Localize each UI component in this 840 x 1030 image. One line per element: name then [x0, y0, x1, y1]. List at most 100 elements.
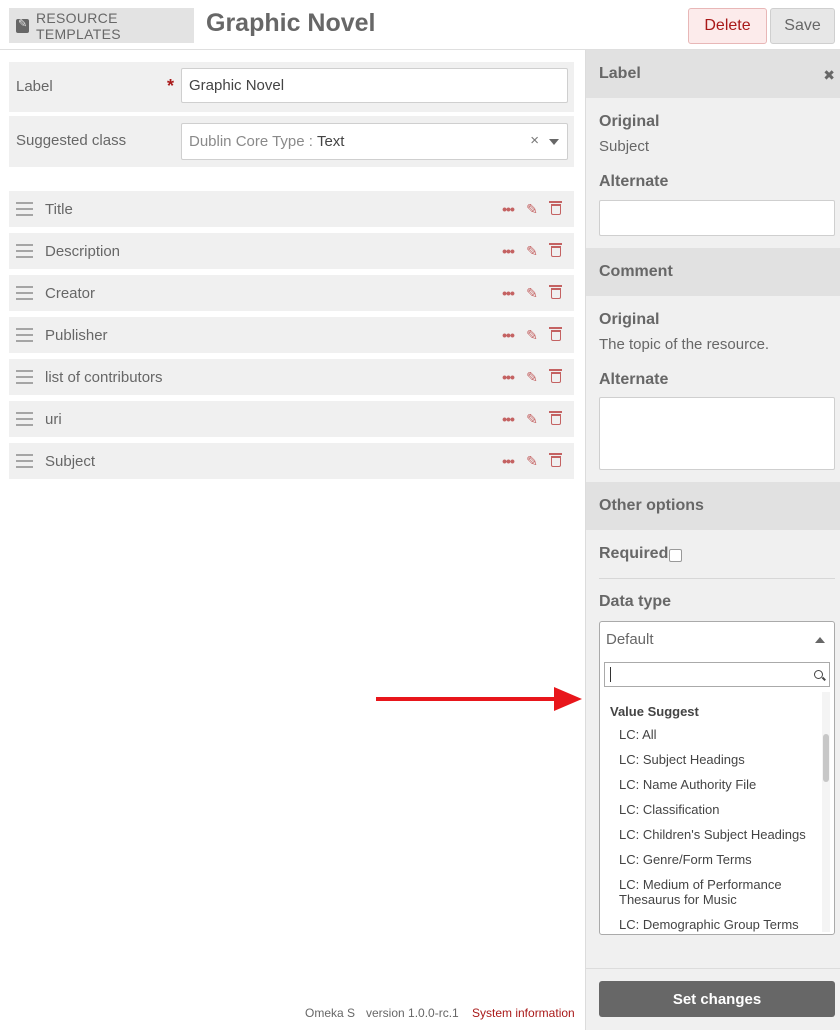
suggested-class-row: Suggested class Dublin Core Type : Text … [9, 116, 574, 167]
data-type-option[interactable]: LC: Classification [619, 802, 814, 817]
more-options-icon[interactable]: ••• [496, 451, 520, 471]
section-breadcrumb[interactable]: RESOURCE TEMPLATES [9, 8, 194, 43]
property-row[interactable]: Creator ••• ✎ [9, 275, 574, 311]
search-icon [814, 670, 823, 679]
label-input[interactable]: Graphic Novel [181, 68, 568, 103]
page-header: RESOURCE TEMPLATES Graphic Novel Delete … [0, 0, 840, 50]
drag-handle-icon[interactable] [16, 286, 33, 300]
data-type-option[interactable]: LC: Medium of Performance Thesaurus for … [619, 877, 814, 907]
edit-pencil-icon[interactable]: ✎ [520, 409, 544, 429]
more-options-icon[interactable]: ••• [496, 241, 520, 261]
required-checkbox[interactable] [669, 549, 682, 562]
property-label: Creator [45, 284, 96, 302]
suggested-class-label: Suggested class [16, 132, 127, 149]
comment-section-heading: Comment [586, 248, 840, 296]
edit-pencil-icon[interactable]: ✎ [520, 325, 544, 345]
more-options-icon[interactable]: ••• [496, 409, 520, 429]
edit-pencil-icon[interactable]: ✎ [520, 241, 544, 261]
suggested-class-vocab: Dublin Core Type : [189, 133, 313, 150]
drag-handle-icon[interactable] [16, 454, 33, 468]
label-field-row: Label * Graphic Novel [9, 62, 574, 112]
alternate-comment-textarea[interactable] [599, 397, 835, 470]
scrollbar-thumb[interactable] [823, 734, 829, 782]
data-type-option[interactable]: LC: Demographic Group Terms [619, 917, 814, 932]
page-title: Graphic Novel [206, 9, 376, 37]
annotation-arrow [376, 687, 582, 711]
label-original-value: Subject [599, 138, 650, 155]
property-sidebar: Label ✖ Original Subject Alternate Comme… [585, 50, 840, 1030]
edit-pencil-icon[interactable]: ✎ [520, 283, 544, 303]
dropdown-scrollbar[interactable] [822, 692, 830, 932]
save-button[interactable]: Save [770, 8, 835, 44]
other-options-heading: Other options [586, 482, 840, 530]
property-label: list of contributors [45, 368, 163, 386]
edit-template-icon [16, 17, 29, 33]
data-type-option[interactable]: LC: Genre/Form Terms [619, 852, 814, 867]
delete-trash-icon[interactable] [544, 325, 568, 345]
drag-handle-icon[interactable] [16, 328, 33, 342]
row-actions: ••• ✎ [496, 409, 568, 429]
property-row[interactable]: Subject ••• ✎ [9, 443, 574, 479]
clear-icon[interactable]: × [530, 132, 539, 149]
more-options-icon[interactable]: ••• [496, 199, 520, 219]
system-information-link[interactable]: System information [472, 1006, 575, 1020]
data-type-search-input[interactable] [604, 662, 830, 687]
edit-pencil-icon[interactable]: ✎ [520, 451, 544, 471]
data-type-option[interactable]: LC: Name Authority File [619, 777, 814, 792]
delete-trash-icon[interactable] [544, 241, 568, 261]
footer-version: version 1.0.0-rc.1 [366, 1006, 459, 1020]
edit-pencil-icon[interactable]: ✎ [520, 199, 544, 219]
property-row[interactable]: Title ••• ✎ [9, 191, 574, 227]
label-section-heading: Label ✖ [586, 50, 840, 98]
delete-button[interactable]: Delete [688, 8, 767, 44]
comment-original-heading: Original [599, 311, 660, 328]
close-icon[interactable]: ✖ [823, 67, 835, 84]
property-label: Subject [45, 452, 96, 470]
drag-handle-icon[interactable] [16, 244, 33, 258]
label-heading-text: Label [599, 65, 641, 82]
property-row[interactable]: Description ••• ✎ [9, 233, 574, 269]
alternate-label-input[interactable] [599, 200, 835, 236]
chevron-down-icon[interactable] [549, 139, 559, 145]
property-row[interactable]: uri ••• ✎ [9, 401, 574, 437]
required-marker: * [167, 76, 175, 96]
row-actions: ••• ✎ [496, 451, 568, 471]
chevron-up-icon[interactable] [815, 637, 825, 643]
comment-alternate-heading: Alternate [599, 371, 669, 388]
data-type-option[interactable]: LC: All [619, 727, 814, 742]
delete-trash-icon[interactable] [544, 451, 568, 471]
data-type-select[interactable]: Default Value Suggest LC: All LC: Subject… [599, 621, 835, 935]
suggested-class-select[interactable]: Dublin Core Type : Text × [181, 123, 568, 160]
data-type-options: Value Suggest LC: All LC: Subject Heading… [600, 698, 819, 934]
text-cursor [610, 667, 611, 682]
data-type-selected: Default [606, 631, 654, 648]
more-options-icon[interactable]: ••• [496, 325, 520, 345]
more-options-icon[interactable]: ••• [496, 367, 520, 387]
property-label: Description [45, 242, 121, 260]
property-row[interactable]: list of contributors ••• ✎ [9, 359, 574, 395]
data-type-option[interactable]: LC: Children's Subject Headings [619, 827, 814, 842]
edit-pencil-icon[interactable]: ✎ [520, 367, 544, 387]
row-actions: ••• ✎ [496, 283, 568, 303]
data-type-label: Data type [599, 593, 672, 610]
comment-original-value: The topic of the resource. [599, 336, 770, 353]
delete-trash-icon[interactable] [544, 367, 568, 387]
row-actions: ••• ✎ [496, 325, 568, 345]
delete-trash-icon[interactable] [544, 409, 568, 429]
data-type-option[interactable]: LC: Subject Headings [619, 752, 814, 767]
set-changes-button[interactable]: Set changes [599, 981, 835, 1017]
suggested-class-value: Text [316, 133, 345, 150]
delete-trash-icon[interactable] [544, 199, 568, 219]
drag-handle-icon[interactable] [16, 412, 33, 426]
property-label: Publisher [45, 326, 108, 344]
section-label: RESOURCE TEMPLATES [35, 9, 121, 42]
option-group-label: Value Suggest [610, 704, 699, 719]
drag-handle-icon[interactable] [16, 202, 33, 216]
property-label: Title [45, 200, 73, 218]
row-actions: ••• ✎ [496, 241, 568, 261]
footer-brand: Omeka S [305, 1006, 356, 1020]
more-options-icon[interactable]: ••• [496, 283, 520, 303]
drag-handle-icon[interactable] [16, 370, 33, 384]
property-row[interactable]: Publisher ••• ✎ [9, 317, 574, 353]
delete-trash-icon[interactable] [544, 283, 568, 303]
